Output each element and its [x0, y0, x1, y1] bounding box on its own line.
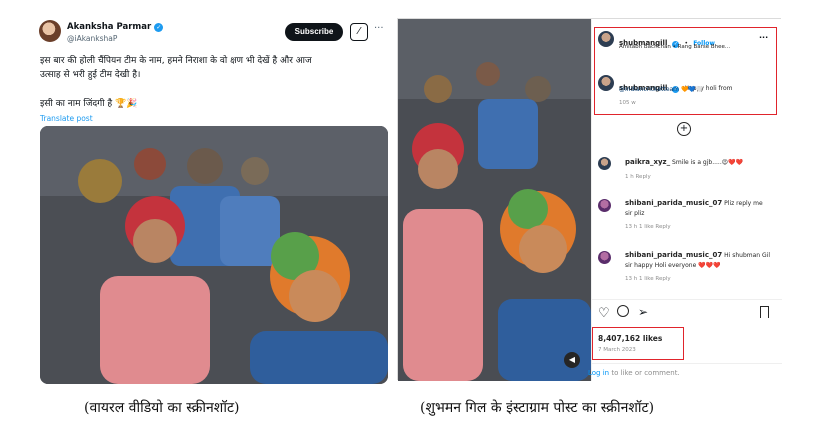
comment-2-user[interactable]: shibani_parida_music_07	[625, 199, 722, 207]
divider-bottom	[592, 363, 782, 364]
post-video[interactable]	[40, 126, 388, 384]
author-handle[interactable]: @iAkankshaP	[67, 34, 117, 43]
comment-3-user[interactable]: shibani_parida_music_07	[625, 251, 722, 259]
highlight-box-likes	[592, 327, 684, 360]
comment-avatar-1[interactable]	[598, 157, 611, 170]
divider	[592, 299, 782, 300]
login-prompt: Log in to like or comment.	[588, 369, 680, 377]
comment-avatar-2[interactable]	[598, 199, 611, 212]
comment-1-text: Smile is a gjb.....😍❤️❤️	[672, 159, 743, 166]
page: Akanksha Parmar ✓ @iAkankshaP Subscribe …	[0, 0, 821, 427]
more-options-icon[interactable]: ···	[374, 23, 384, 34]
translate-post-link[interactable]: Translate post	[40, 114, 93, 123]
comment-1: paikra_xyz_ Smile is a gjb.....😍❤️❤️	[625, 158, 743, 166]
video-frame-illustration	[40, 126, 388, 384]
caption-right: (शुभमन गिल के इंस्टाग्राम पोस्ट का स्क्र…	[420, 400, 655, 416]
comment-2: shibani_parida_music_07 Pliz reply me	[625, 199, 763, 207]
highlight-box-caption	[594, 27, 777, 115]
comment-1-user[interactable]: paikra_xyz_	[625, 158, 670, 166]
author-avatar[interactable]	[39, 20, 61, 42]
subscribe-button[interactable]: Subscribe	[285, 23, 343, 41]
post-photo[interactable]: ◀	[398, 19, 591, 381]
comment-2-meta[interactable]: 13 h 1 like Reply	[625, 224, 671, 230]
login-link[interactable]: Log in	[588, 369, 609, 377]
comment-3-text: Hi shubman Gil	[724, 252, 770, 259]
author-name[interactable]: Akanksha Parmar	[67, 22, 151, 32]
comment-2-text-2: sir pliz	[625, 210, 645, 217]
like-heart-icon[interactable]: ♡	[598, 306, 610, 321]
post-text-line-2: उत्साह से भरी हुई टीम देखी है।	[40, 70, 141, 80]
comment-3: shibani_parida_music_07 Hi shubman Gil	[625, 251, 770, 259]
author-name-row[interactable]: Akanksha Parmar ✓	[67, 22, 164, 32]
mute-icon[interactable]: ◀	[564, 352, 580, 368]
post-side-panel: shubmangill ✓ • Follow Amitabh Bachchan …	[588, 19, 782, 381]
post-text-line-1: इस बार की होली चैंपियन टीम के नाम, हमने …	[40, 56, 312, 66]
post-text-line-3: इसी का नाम जिंदगी है 🏆🎉	[40, 99, 138, 109]
comment-1-meta[interactable]: 1 h Reply	[625, 174, 651, 180]
save-bookmark-icon[interactable]	[760, 306, 769, 318]
comment-3-meta[interactable]: 13 h 1 like Reply	[625, 276, 671, 282]
x-post-card: Akanksha Parmar ✓ @iAkankshaP Subscribe …	[33, 14, 390, 384]
instagram-post-card: ◀ shubmangill ✓ • Follow Amitabh Bachcha…	[397, 18, 782, 381]
share-send-icon[interactable]: ➢	[638, 305, 648, 319]
verified-badge-icon: ✓	[154, 22, 164, 32]
comment-2-text: Pliz reply me	[724, 200, 763, 207]
comment-avatar-3[interactable]	[598, 251, 611, 264]
post-text: इस बार की होली चैंपियन टीम के नाम, हमने …	[40, 54, 380, 82]
grok-icon[interactable]: ⁄	[350, 23, 368, 41]
caption-left: (वायरल वीडियो का स्क्रीनशॉट)	[84, 400, 240, 416]
comment-3-text-2: sir happy Holi everyone ❤️❤️❤️	[625, 262, 721, 269]
login-suffix: to like or comment.	[609, 369, 680, 377]
load-more-comments-icon[interactable]: +	[677, 122, 691, 136]
comment-bubble-icon[interactable]	[617, 305, 629, 317]
photo-illustration	[398, 19, 591, 381]
